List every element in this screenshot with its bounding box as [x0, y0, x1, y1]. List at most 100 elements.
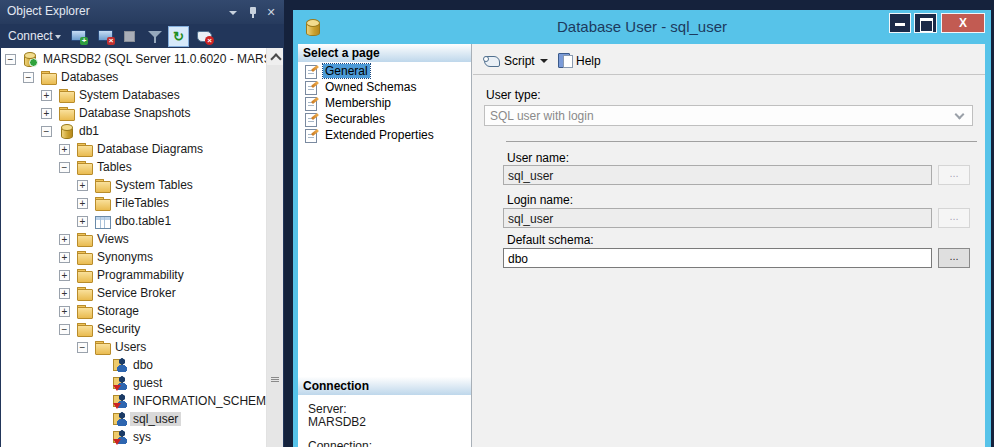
- user-name-input[interactable]: sql_user: [503, 165, 932, 185]
- tree-item-service-broker[interactable]: +Service Broker: [1, 284, 266, 302]
- tree-item-label: INFORMATION_SCHEMA: [130, 394, 266, 408]
- window-position-menu-icon[interactable]: [226, 6, 240, 19]
- expand-icon[interactable]: +: [77, 216, 88, 227]
- tree-item-sql-user[interactable]: sql_user: [1, 410, 266, 428]
- user-icon: [112, 357, 128, 373]
- dialog-toolbar: Script Help: [473, 44, 985, 75]
- folder-icon: [76, 303, 92, 319]
- collapse-icon[interactable]: −: [59, 162, 70, 173]
- filter-icon[interactable]: [146, 27, 164, 45]
- user-icon: [112, 375, 128, 391]
- refresh-icon[interactable]: ↻: [168, 26, 189, 47]
- user-type-dropdown[interactable]: SQL user with login: [484, 105, 973, 126]
- expand-icon[interactable]: +: [41, 90, 52, 101]
- tree-item-label: Storage: [94, 304, 142, 318]
- tree-item-system-databases[interactable]: + System Databases: [1, 86, 266, 104]
- default-schema-input[interactable]: dbo: [503, 248, 932, 268]
- connection-header: Connection: [298, 377, 471, 395]
- expand-icon[interactable]: +: [77, 198, 88, 209]
- login-name-input[interactable]: sql_user: [503, 208, 932, 228]
- tree-item-database-diagrams[interactable]: + Database Diagrams: [1, 140, 266, 158]
- tree-item-synonyms[interactable]: + Synonyms: [1, 248, 266, 266]
- folder-icon: [76, 285, 92, 301]
- collapse-icon[interactable]: −: [41, 126, 52, 137]
- collapse-icon[interactable]: −: [5, 54, 16, 65]
- connect-server-icon[interactable]: [70, 27, 88, 45]
- page-icon: [304, 80, 320, 94]
- disconnect-server-icon[interactable]: [97, 27, 115, 45]
- collapse-icon[interactable]: −: [23, 72, 34, 83]
- expand-icon[interactable]: +: [77, 180, 88, 191]
- expand-icon[interactable]: +: [59, 270, 70, 281]
- script-error-icon[interactable]: [196, 27, 214, 45]
- tree-item-database-snapshots[interactable]: +Database Snapshots: [1, 104, 266, 122]
- tree-item-label: dbo.table1: [112, 214, 174, 228]
- tree-item-views[interactable]: +Views: [1, 230, 266, 248]
- expand-icon[interactable]: +: [59, 288, 70, 299]
- folder-icon: [76, 249, 92, 265]
- help-icon[interactable]: [557, 52, 573, 68]
- scrollbar-thumb[interactable]: [267, 65, 283, 447]
- tree-item-sys[interactable]: sys: [1, 428, 266, 446]
- tree-item-programmability[interactable]: + Programmability: [1, 266, 266, 284]
- tree-item-label: Database Diagrams: [94, 142, 206, 156]
- tree-item-label: FileTables: [112, 196, 172, 210]
- expand-icon[interactable]: +: [59, 306, 70, 317]
- tree-item-label: sys: [130, 430, 154, 444]
- tree-item-security[interactable]: −Security: [1, 320, 266, 338]
- tree-item-system-tables[interactable]: +System Tables: [1, 176, 266, 194]
- expand-icon[interactable]: +: [59, 252, 70, 263]
- expand-icon[interactable]: +: [59, 144, 70, 155]
- connect-button[interactable]: Connect: [8, 29, 53, 43]
- tree-item-marsdb2-sql-server-11-0-6020-marsd[interactable]: −MARSDB2 (SQL Server 11.0.6020 - MARSD: [1, 50, 266, 68]
- folder-icon: [58, 105, 74, 121]
- connect-caret-icon[interactable]: [55, 35, 61, 39]
- sidebar-page-membership[interactable]: Membership: [298, 95, 471, 111]
- tree-scrollbar[interactable]: [266, 48, 283, 447]
- tree-item-dbo-table1[interactable]: + dbo.table1: [1, 212, 266, 230]
- page-label: Extended Properties: [323, 128, 436, 142]
- page-icon: [304, 64, 320, 78]
- script-caret-icon[interactable]: [540, 59, 548, 63]
- user-type-label: User type:: [486, 88, 541, 102]
- sidebar-page-general[interactable]: General: [298, 63, 471, 79]
- close-button[interactable]: X: [941, 13, 985, 33]
- default-schema-browse-button[interactable]: ...: [938, 248, 970, 268]
- tree-item-label: System Databases: [76, 88, 183, 102]
- page-label: Membership: [323, 96, 393, 110]
- sidebar-page-extended-properties[interactable]: Extended Properties: [298, 127, 471, 143]
- select-page-header: Select a page: [298, 44, 471, 62]
- tree-item-guest[interactable]: guest: [1, 374, 266, 392]
- expand-icon[interactable]: +: [59, 234, 70, 245]
- expand-icon[interactable]: +: [41, 108, 52, 119]
- scroll-up-icon[interactable]: [267, 48, 284, 65]
- collapse-icon[interactable]: −: [77, 342, 88, 353]
- tree-item-information-schema[interactable]: INFORMATION_SCHEMA: [1, 392, 266, 410]
- login-name-browse-button: ...: [938, 208, 970, 228]
- script-icon[interactable]: [483, 52, 500, 68]
- help-button[interactable]: Help: [576, 54, 601, 68]
- server-icon: [22, 51, 38, 67]
- tree-item-filetables[interactable]: + FileTables: [1, 194, 266, 212]
- page-icon: [304, 128, 320, 142]
- tree-item-db1[interactable]: −db1: [1, 122, 266, 140]
- maximize-button[interactable]: [914, 13, 937, 33]
- collapse-icon[interactable]: −: [59, 324, 70, 335]
- dialog-main-area: Script Help User type: SQL user with log…: [473, 44, 985, 447]
- tree-item-users[interactable]: − Users: [1, 338, 266, 356]
- tree-item-tables[interactable]: −Tables: [1, 158, 266, 176]
- auto-hide-pin-icon[interactable]: [246, 6, 260, 19]
- tree-item-label: Users: [112, 340, 149, 354]
- sidebar-page-owned-schemas[interactable]: Owned Schemas: [298, 79, 471, 95]
- dialog-titlebar[interactable]: Database User - sql_user X: [293, 10, 991, 44]
- user-icon: [112, 429, 128, 445]
- close-icon[interactable]: ✕: [264, 6, 278, 19]
- minimize-button[interactable]: [889, 13, 911, 33]
- script-button[interactable]: Script: [504, 54, 535, 68]
- tree-item-label: Programmability: [94, 268, 187, 282]
- tree-item-storage[interactable]: + Storage: [1, 302, 266, 320]
- sidebar-page-securables[interactable]: Securables: [298, 111, 471, 127]
- tree-item-dbo[interactable]: dbo: [1, 356, 266, 374]
- tree-item-databases[interactable]: −Databases: [1, 68, 266, 86]
- tree-item-label: Synonyms: [94, 250, 156, 264]
